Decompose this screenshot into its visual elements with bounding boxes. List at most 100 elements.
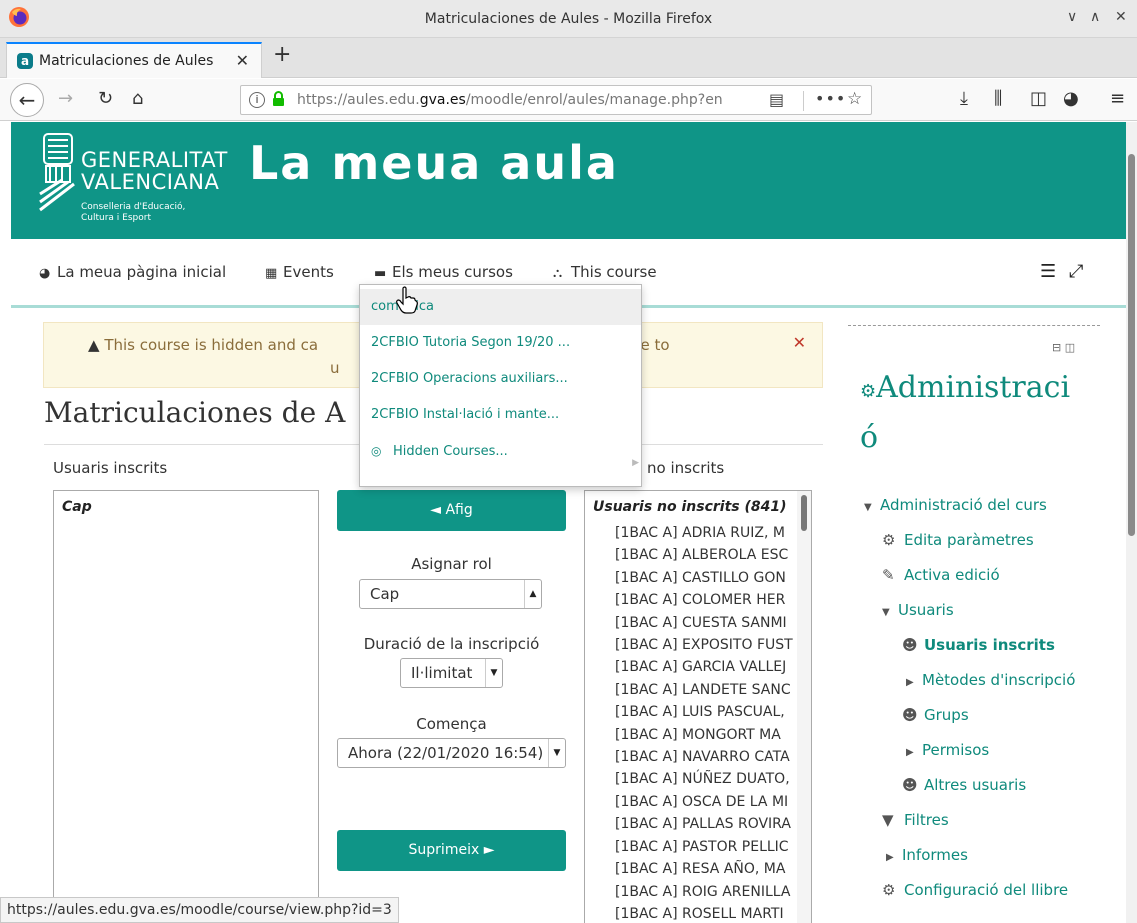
menu-this-course[interactable]: ⛬ This course (553, 263, 657, 281)
forward-icon[interactable]: → (58, 89, 73, 109)
tree-permissions[interactable]: ▶ Permisos (906, 741, 989, 759)
indent-toggle-icon[interactable]: ☰ (1040, 261, 1056, 282)
user-option[interactable]: [1BAC A] ROSELL MARTI (615, 903, 795, 923)
listbox-scroll-thumb[interactable] (801, 495, 807, 531)
page-actions-icon[interactable]: ••• (815, 89, 846, 108)
add-button[interactable]: ◄ Afig (337, 490, 566, 531)
user-options: [1BAC A] ADRIA RUIZ, M [1BAC A] ALBEROLA … (615, 522, 795, 923)
list-item[interactable]: Cap (62, 499, 92, 515)
page-scroll-thumb[interactable] (1128, 154, 1135, 536)
tree-gradebook-setup[interactable]: ⚙ Configuració del llibre (882, 881, 1068, 899)
duration-select[interactable]: Il·limitat ▼ (400, 658, 503, 688)
submenu-arrow-icon: ▶ (632, 458, 639, 468)
user-option[interactable]: [1BAC A] PASTOR PELLIC (615, 836, 795, 858)
dropdown-item-installacio[interactable]: 2CFBIO Instal·lació i mante... (360, 397, 641, 433)
user-option[interactable]: [1BAC A] ALBEROLA ESC (615, 544, 795, 566)
bookmark-star-icon[interactable]: ☆ (847, 89, 862, 109)
user-option[interactable]: [1BAC A] NÚÑEZ DUATO, (615, 768, 795, 790)
generalitat-name: GENERALITAT VALENCIANA (81, 148, 228, 194)
optgroup-label: Usuaris no inscrits (841) (593, 499, 787, 515)
page-title: Matriculaciones de A (44, 396, 346, 429)
user-option[interactable]: [1BAC A] ADRIA RUIZ, M (615, 522, 795, 544)
maximize-icon[interactable]: ∧ (1090, 9, 1100, 25)
listbox-scrollbar[interactable] (797, 491, 811, 923)
reload-icon[interactable]: ↻ (98, 89, 113, 109)
url-bar[interactable]: i https://aules.edu.gva.es/moodle/enrol/… (240, 85, 872, 115)
close-window-icon[interactable]: ✕ (1115, 9, 1127, 25)
back-button[interactable]: ← (10, 83, 44, 117)
user-option[interactable]: [1BAC A] PALLAS ROVIRA (615, 813, 795, 835)
menu-events[interactable]: ▦ Events (265, 263, 334, 281)
user-plus-icon: ☻ (902, 776, 918, 794)
alert-close-icon[interactable]: ✕ (793, 333, 806, 352)
tree-groups[interactable]: ☻ Grups (902, 706, 969, 724)
user-option[interactable]: [1BAC A] GARCIA VALLEJ (615, 656, 795, 678)
chevron-down-icon: ▲ (524, 580, 541, 608)
dropdown-item-operacions[interactable]: 2CFBIO Operacions auxiliars... (360, 361, 641, 397)
dashboard-icon: ◕ (39, 266, 51, 281)
user-option[interactable]: [1BAC A] RESA AÑO, MA (615, 858, 795, 880)
user-option[interactable]: [1BAC A] MONGORT MA (615, 724, 795, 746)
menu-hamburger-icon[interactable]: ≡ (1110, 89, 1125, 109)
new-tab-button[interactable]: + (273, 42, 291, 67)
tab-matriculaciones[interactable]: a Matriculaciones de Aules ✕ (6, 42, 262, 78)
dropdown-item-hidden-courses[interactable]: ◎ Hidden Courses... ▶ (360, 433, 641, 469)
user-plus-icon: ☻ (902, 636, 918, 654)
downloads-icon[interactable]: ⤓ (960, 89, 968, 109)
user-option[interactable]: [1BAC A] OSCA DE LA MI (615, 791, 795, 813)
page-viewport: GENERALITAT VALENCIANA Conselleria d'Edu… (0, 122, 1137, 923)
library-icon[interactable]: ⫼ (994, 89, 1002, 109)
dropdown-item-tutoria[interactable]: 2CFBIO Tutoria Segon 19/20 ... (360, 325, 641, 361)
site-header: GENERALITAT VALENCIANA Conselleria d'Edu… (11, 122, 1126, 239)
user-option[interactable]: [1BAC A] COLOMER HER (615, 589, 795, 611)
tree-activate-edit[interactable]: ✎ Activa edició (882, 566, 1000, 584)
close-tab-icon[interactable]: ✕ (236, 51, 249, 70)
tree-reports[interactable]: ▶ Informes (886, 846, 968, 864)
user-option[interactable]: [1BAC A] NAVARRO CATA (615, 746, 795, 768)
role-select[interactable]: Cap ▲ (359, 579, 542, 609)
alert-message-line2[interactable]: u (330, 359, 340, 377)
user-option[interactable]: [1BAC A] LANDETE SANC (615, 679, 795, 701)
user-option[interactable]: [1BAC A] EXPOSITO FUST (615, 634, 795, 656)
enrolled-users-label: Usuaris inscrits (53, 459, 168, 477)
tree-course-admin[interactable]: ▼ Administració del curs (864, 496, 1047, 514)
extension-icon[interactable]: ◕ (1063, 89, 1079, 109)
caret-right-icon: ▶ (906, 747, 914, 758)
reader-view-icon[interactable]: ▤ (769, 90, 784, 109)
sidebar-icon[interactable]: ◫ (1030, 89, 1047, 109)
briefcase-icon: ▬ (374, 266, 387, 281)
tree-users[interactable]: ▼ Usuaris (882, 601, 954, 619)
fullscreen-icon[interactable]: ⤢ (1069, 261, 1083, 282)
page-scrollbar[interactable] (1126, 122, 1137, 923)
tree-enrolled-users[interactable]: ☻ Usuaris inscrits (902, 636, 1055, 654)
minimize-icon[interactable]: ∨ (1067, 9, 1077, 25)
generalitat-emblem-icon (39, 133, 75, 212)
block-dock-icons[interactable]: ⊟ ◫ (1052, 341, 1075, 354)
tree-edit-params[interactable]: ⚙ Edita paràmetres (882, 531, 1034, 549)
status-bar-url: https://aules.edu.gva.es/moodle/course/v… (0, 897, 399, 923)
window-titlebar: Matriculaciones de Aules - Mozilla Firef… (0, 0, 1137, 38)
site-name-logo[interactable]: La meua aula (249, 136, 619, 190)
url-text[interactable]: https://aules.edu.gva.es/moodle/enrol/au… (297, 92, 749, 108)
enrolled-users-listbox[interactable]: Cap (53, 490, 319, 923)
administration-block-title: ⚙Administraci ó (860, 370, 1071, 455)
home-icon[interactable]: ⌂ (132, 89, 143, 109)
sitemap-icon: ⛬ (553, 266, 563, 281)
navigation-toolbar: ← → ↻ ⌂ i https://aules.edu.gva.es/moodl… (0, 79, 1137, 121)
start-select[interactable]: Ahora (22/01/2020 16:54) ▼ (337, 738, 566, 768)
remove-button[interactable]: Suprimeix ► (337, 830, 566, 871)
menu-my-courses[interactable]: ▬ Els meus cursos (374, 263, 513, 281)
not-enrolled-users-label: no inscrits (647, 459, 725, 477)
site-info-icon[interactable]: i (249, 92, 265, 108)
user-option[interactable]: [1BAC A] CASTILLO GON (615, 567, 795, 589)
pencil-icon: ✎ (882, 566, 895, 584)
menu-home[interactable]: ◕ La meua pàgina inicial (39, 263, 226, 281)
tree-enrol-methods[interactable]: ▶ Mètodes d'inscripció (906, 671, 1075, 689)
gears-icon: ⚙ (860, 381, 877, 402)
user-option[interactable]: [1BAC A] ROIG ARENILLA (615, 881, 795, 903)
not-enrolled-users-listbox[interactable]: Usuaris no inscrits (841) [1BAC A] ADRIA… (584, 490, 812, 923)
tree-other-users[interactable]: ☻ Altres usuaris (902, 776, 1026, 794)
tree-filters[interactable]: ▼ Filtres (882, 811, 949, 829)
user-option[interactable]: [1BAC A] LUIS PASCUAL, (615, 701, 795, 723)
user-option[interactable]: [1BAC A] CUESTA SANMI (615, 612, 795, 634)
